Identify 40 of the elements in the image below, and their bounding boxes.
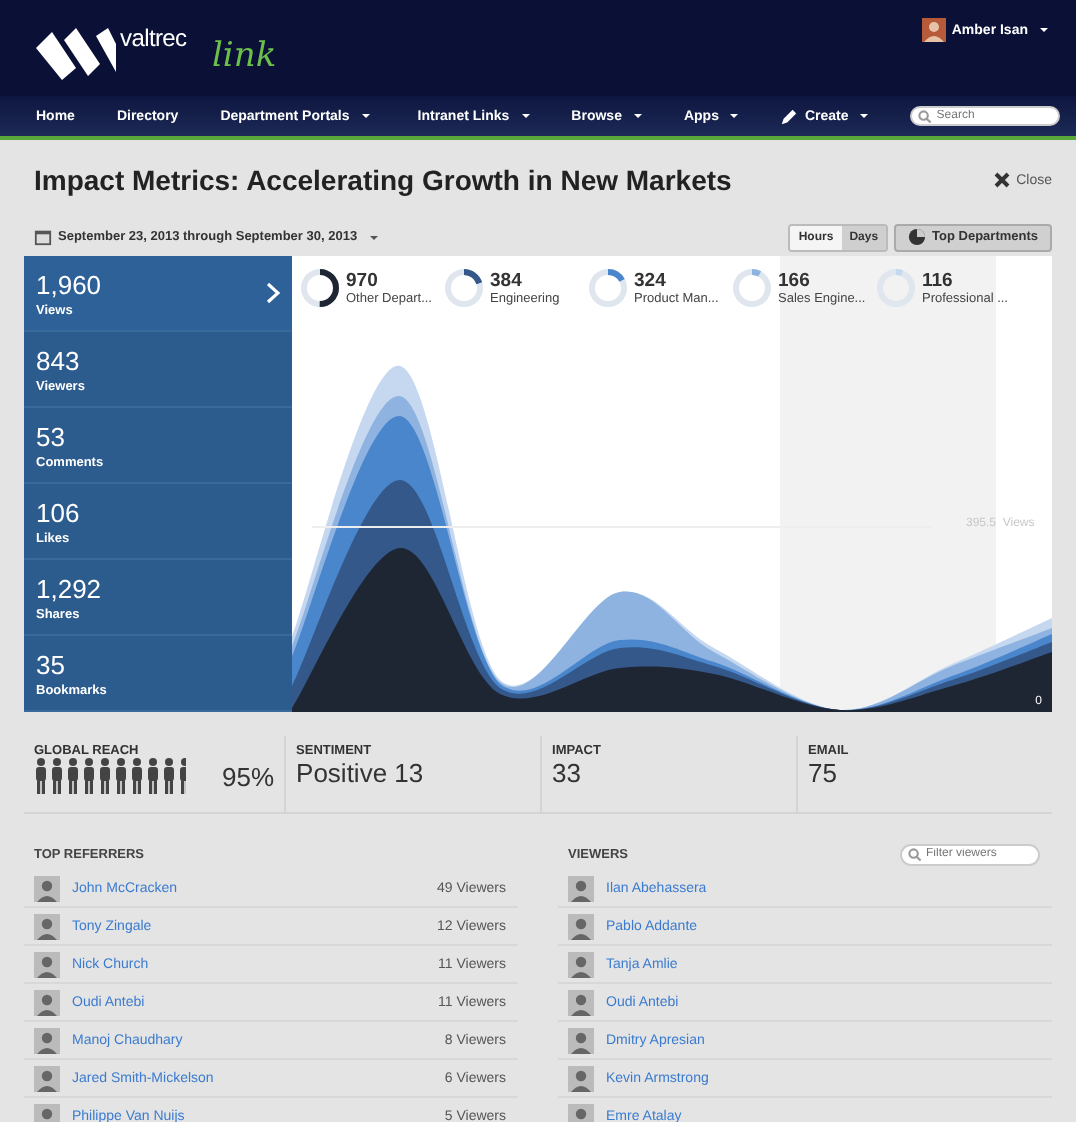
page-title: Impact Metrics: Accelerating Growth in New Markets <box>34 164 732 196</box>
avatar-icon <box>568 989 594 1015</box>
metric-value: 33 <box>552 758 583 788</box>
department-count: 324 <box>634 271 668 291</box>
donut-meter <box>732 268 772 308</box>
search-icon <box>918 109 933 123</box>
avatar-icon <box>34 1027 60 1053</box>
donut-meter <box>444 268 484 308</box>
metric-value: 95% <box>222 761 275 791</box>
donut-meter <box>300 268 340 308</box>
avatar-icon <box>34 951 60 977</box>
avatar-icon <box>568 1065 594 1091</box>
donut-meter <box>588 268 628 308</box>
donut-meter <box>876 268 916 308</box>
pencil-icon <box>780 107 799 125</box>
avatar-icon <box>34 913 60 939</box>
pie-chart-icon <box>908 228 927 246</box>
department-count: 166 <box>778 271 812 291</box>
department-count: 970 <box>346 271 380 291</box>
metric-value: 75 <box>808 758 839 788</box>
avatar-icon <box>568 951 594 977</box>
avatar-icon <box>568 875 594 901</box>
avatar-icon <box>568 1027 594 1053</box>
avatar-icon <box>34 1103 60 1122</box>
brand-tagline: link <box>212 36 277 76</box>
department-count: 384 <box>490 271 524 291</box>
avatar-icon <box>34 1065 60 1091</box>
brand-name: valtrec <box>120 24 187 52</box>
chevron-icon <box>266 281 280 303</box>
avatar-icon <box>568 1103 594 1122</box>
avatar-icon <box>921 18 946 42</box>
logo-icon <box>36 28 116 80</box>
metric-value: Positive 13 <box>296 758 426 788</box>
avatar-icon <box>34 989 60 1015</box>
department-count: 116 <box>922 271 955 291</box>
close-icon <box>994 172 1011 188</box>
avatar-icon <box>34 875 60 901</box>
calendar-icon <box>34 228 52 246</box>
avatar-icon <box>568 913 594 939</box>
search-icon <box>908 847 922 861</box>
